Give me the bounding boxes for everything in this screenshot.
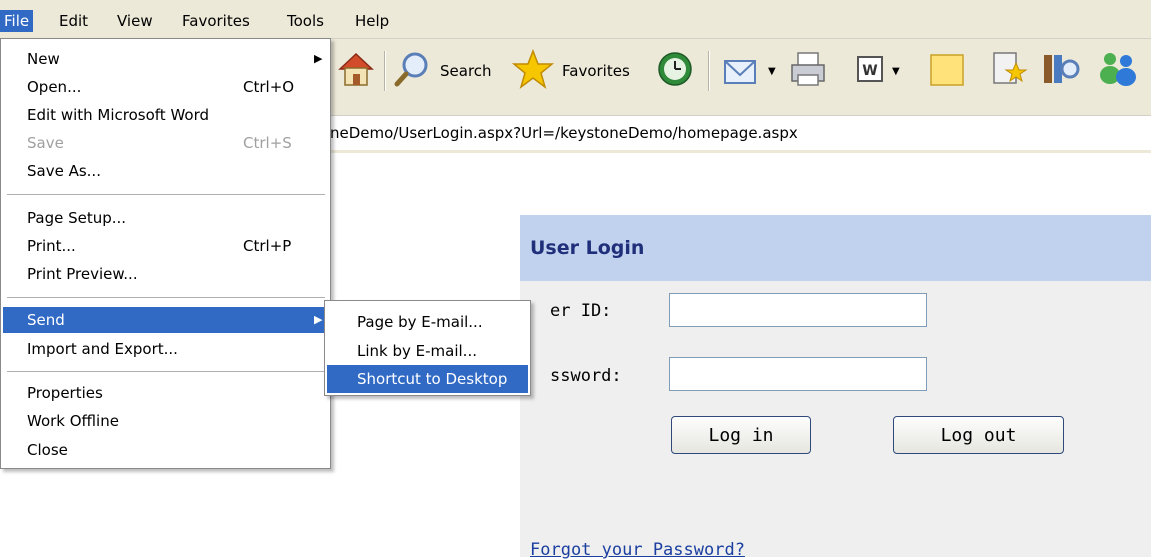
- edit-with-word-button[interactable]: W ▼: [856, 51, 900, 91]
- messenger-button[interactable]: [1096, 51, 1140, 91]
- menu-item-edit-with-word[interactable]: Edit with Microsoft Word: [3, 102, 328, 128]
- menu-edit[interactable]: Edit: [55, 10, 92, 32]
- menu-separator: [7, 297, 325, 298]
- menu-item-new[interactable]: New ▶: [3, 46, 328, 72]
- home-icon: [336, 49, 376, 93]
- menu-item-work-offline[interactable]: Work Offline: [3, 408, 328, 434]
- login-header: User Login: [520, 215, 1151, 281]
- menu-separator: [7, 371, 325, 372]
- favorites-star-icon: [511, 48, 555, 93]
- search-icon: [392, 49, 432, 93]
- login-panel: User Login er ID: ssword: Log in Log out…: [520, 215, 1151, 560]
- media-icon: [1040, 49, 1080, 93]
- menu-item-save: Save Ctrl+S: [27, 134, 292, 152]
- home-button[interactable]: [336, 51, 376, 91]
- menu-item-page-setup[interactable]: Page Setup...: [3, 205, 328, 231]
- login-button[interactable]: Log in: [671, 416, 811, 454]
- menu-item-print[interactable]: Print... Ctrl+P: [3, 233, 328, 259]
- sticky-note-button[interactable]: [928, 51, 966, 91]
- media-button[interactable]: [1040, 51, 1080, 91]
- print-icon: [788, 49, 828, 93]
- menu-item-properties[interactable]: Properties: [3, 380, 328, 406]
- menu-help[interactable]: Help: [351, 10, 393, 32]
- login-title: User Login: [530, 237, 645, 259]
- menu-bar: File Edit View Favorites Tools Help: [0, 0, 1151, 39]
- menu-file[interactable]: File: [0, 10, 34, 32]
- password-input[interactable]: [669, 357, 927, 391]
- svg-text:W: W: [862, 63, 877, 79]
- user-id-input[interactable]: [669, 293, 927, 327]
- research-icon: [988, 49, 1028, 93]
- send-submenu: Page by E-mail... Link by E-mail... Shor…: [324, 300, 531, 396]
- menu-view[interactable]: View: [113, 10, 157, 32]
- menu-item-save-as[interactable]: Save As...: [3, 158, 328, 184]
- favorites-button[interactable]: Favorites: [511, 48, 630, 93]
- menu-tools[interactable]: Tools: [283, 10, 328, 32]
- submenu-item-link-by-email[interactable]: Link by E-mail...: [327, 337, 528, 365]
- favorites-label: Favorites: [562, 62, 630, 80]
- address-url[interactable]: neDemo/UserLogin.aspx?Url=/keystoneDemo/…: [330, 124, 798, 142]
- menu-item-open[interactable]: Open... Ctrl+O: [3, 74, 328, 100]
- menu-item-close[interactable]: Close: [3, 437, 328, 463]
- forgot-password-link[interactable]: Forgot your Password?: [530, 540, 745, 560]
- menu-item-print-preview[interactable]: Print Preview...: [3, 261, 328, 287]
- history-icon: [655, 49, 695, 93]
- mail-icon: [722, 49, 760, 93]
- print-button[interactable]: [788, 51, 828, 91]
- submenu-arrow-icon: ▶: [314, 313, 323, 326]
- file-menu: New ▶ Open... Ctrl+O Edit with Microsoft…: [0, 38, 331, 469]
- menu-item-send[interactable]: Send ▶: [3, 307, 328, 333]
- word-edit-icon: W: [856, 55, 884, 87]
- research-button[interactable]: [988, 51, 1028, 91]
- messenger-icon: [1096, 49, 1140, 93]
- password-label: ssword:: [550, 366, 622, 386]
- mail-button[interactable]: ▼: [722, 51, 776, 91]
- search-button[interactable]: Search: [392, 51, 492, 91]
- history-button[interactable]: [655, 51, 695, 91]
- menu-item-import-export[interactable]: Import and Export...: [3, 336, 328, 362]
- menu-favorites[interactable]: Favorites: [178, 10, 254, 32]
- submenu-arrow-icon: ▶: [314, 52, 323, 65]
- submenu-item-shortcut-to-desktop[interactable]: Shortcut to Desktop: [327, 365, 528, 393]
- mail-dropdown-icon[interactable]: ▼: [768, 66, 776, 77]
- logout-button[interactable]: Log out: [893, 416, 1064, 454]
- submenu-item-page-by-email[interactable]: Page by E-mail...: [327, 308, 528, 336]
- word-dropdown-icon[interactable]: ▼: [892, 66, 900, 77]
- user-id-label: er ID:: [550, 301, 612, 321]
- search-label: Search: [440, 62, 492, 80]
- menu-separator: [7, 194, 325, 195]
- sticky-note-icon: [928, 49, 966, 93]
